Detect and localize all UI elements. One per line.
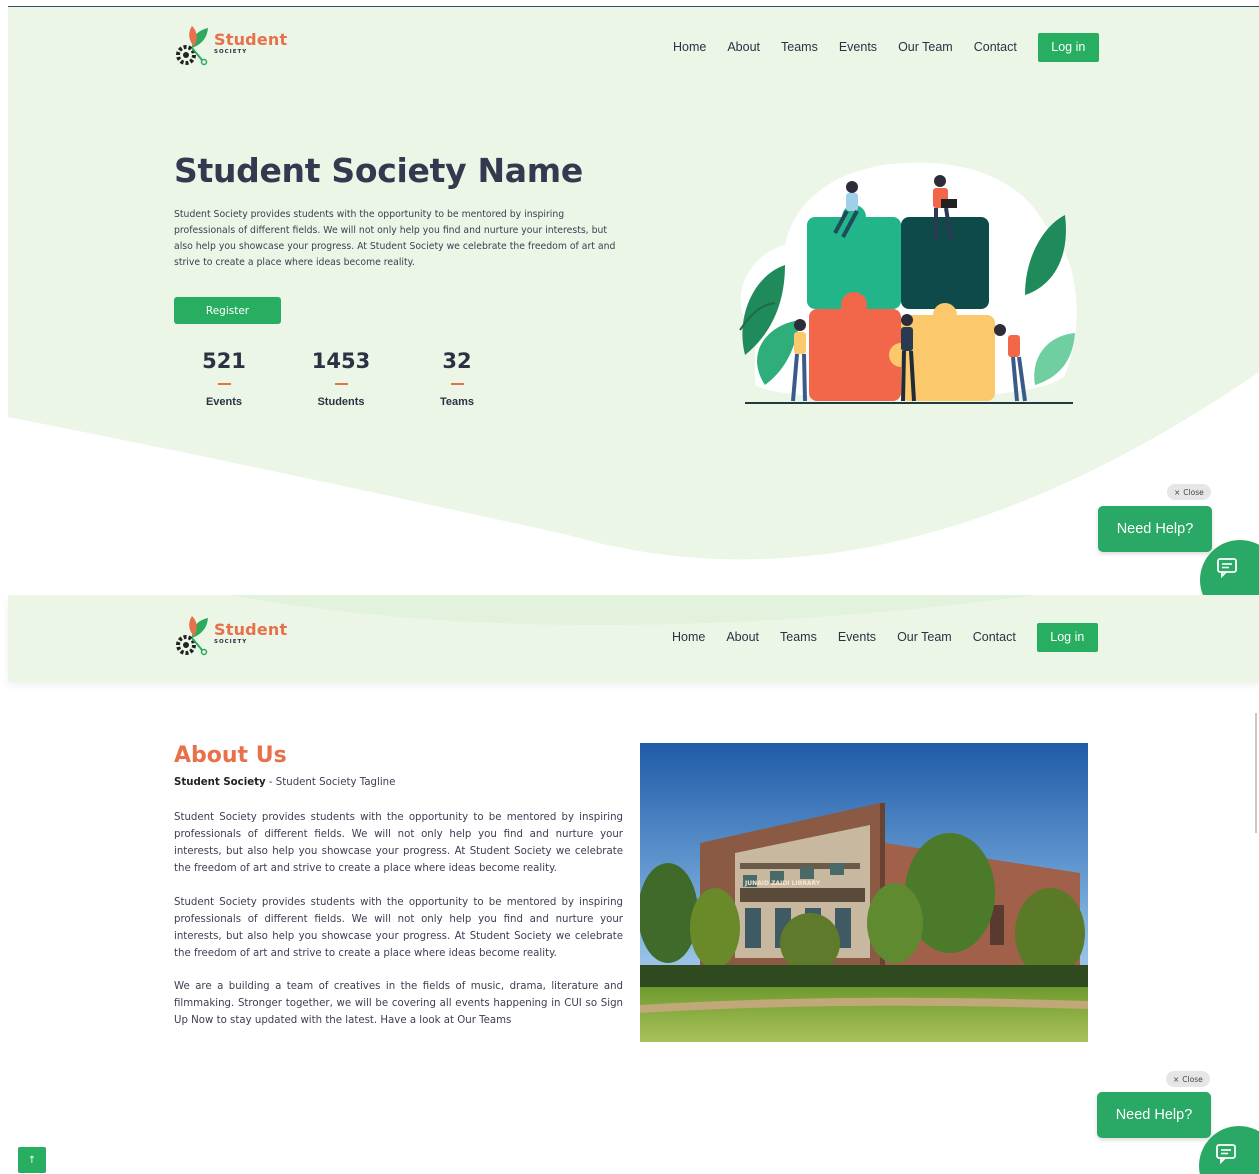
nav-home[interactable]: Home [672, 630, 705, 644]
close-icon: × [1173, 1074, 1180, 1084]
stat-value: 32 [442, 349, 472, 373]
login-button[interactable]: Log in [1037, 32, 1099, 62]
nav-home[interactable]: Home [673, 40, 706, 54]
stat-events: 521 Events [164, 349, 284, 408]
logo-text: Student [214, 620, 288, 639]
tagline-strong: Student Society [174, 777, 266, 788]
hero-title: Student Society Name [174, 151, 583, 190]
stat-students: 1453 Students [281, 349, 401, 408]
stat-label: Teams [439, 396, 475, 408]
stat-divider [450, 383, 464, 385]
nav-contact[interactable]: Contact [973, 630, 1016, 644]
help-close-button[interactable]: × Close [1166, 1071, 1210, 1087]
nav-our-team[interactable]: Our Team [898, 40, 953, 54]
hero-description: Student Society provides students with t… [174, 209, 616, 268]
help-close-button[interactable]: × Close [1167, 484, 1211, 500]
close-icon: × [1174, 487, 1181, 497]
nav-about[interactable]: About [727, 40, 760, 54]
need-help-button[interactable]: Need Help? [1097, 1092, 1211, 1138]
puzzle-illustration [725, 155, 1085, 411]
hero-section: Student SOCIETY Home About Teams Events … [0, 0, 1259, 595]
need-help-button[interactable]: Need Help? [1098, 506, 1212, 552]
library-sign: JUNAID ZAIDI LIBRARY [744, 880, 821, 887]
logo-text: Student [214, 30, 288, 49]
tagline-text: - Student Society Tagline [265, 777, 396, 788]
about-paragraph: Student Society provides students with t… [174, 812, 623, 874]
nav-teams[interactable]: Teams [780, 630, 817, 644]
scroll-to-top-button[interactable]: ↑ [18, 1147, 46, 1173]
library-photo: JUNAID ZAIDI LIBRARY [640, 743, 1088, 1042]
logo-subtext: SOCIETY [214, 49, 248, 55]
stat-label: Events [205, 396, 243, 408]
about-paragraph: Student Society provides students with t… [174, 897, 623, 959]
nav-events[interactable]: Events [838, 630, 876, 644]
main-nav: Home About Teams Events Our Team Contact… [672, 622, 1098, 652]
about-tagline: Student Society - Student Society Taglin… [174, 777, 395, 788]
help-close-label: Close [1183, 487, 1204, 497]
stat-divider [334, 383, 348, 385]
nav-contact[interactable]: Contact [974, 40, 1017, 54]
nav-teams[interactable]: Teams [781, 40, 818, 54]
brand-logo[interactable]: Student SOCIETY [174, 614, 288, 658]
about-section: Student SOCIETY Home About Teams Events … [0, 595, 1259, 1174]
stat-value: 521 [202, 349, 246, 373]
main-nav: Home About Teams Events Our Team Contact… [673, 32, 1099, 62]
scrollbar[interactable] [1255, 713, 1257, 833]
nav-about[interactable]: About [726, 630, 759, 644]
register-button[interactable]: Register [174, 297, 281, 324]
login-button[interactable]: Log in [1036, 622, 1098, 652]
about-paragraph: We are a building a team of creatives in… [174, 981, 623, 1026]
stat-label: Students [317, 396, 365, 408]
stat-teams: 32 Teams [397, 349, 517, 408]
chat-icon [1216, 1144, 1236, 1164]
chat-icon [1217, 558, 1237, 578]
brand-logo[interactable]: Student SOCIETY [174, 24, 288, 68]
help-close-label: Close [1182, 1074, 1203, 1084]
logo-subtext: SOCIETY [214, 639, 248, 645]
stat-divider [217, 383, 231, 385]
nav-our-team[interactable]: Our Team [897, 630, 952, 644]
stat-value: 1453 [311, 349, 371, 373]
about-title: About Us [174, 743, 287, 768]
nav-events[interactable]: Events [839, 40, 877, 54]
